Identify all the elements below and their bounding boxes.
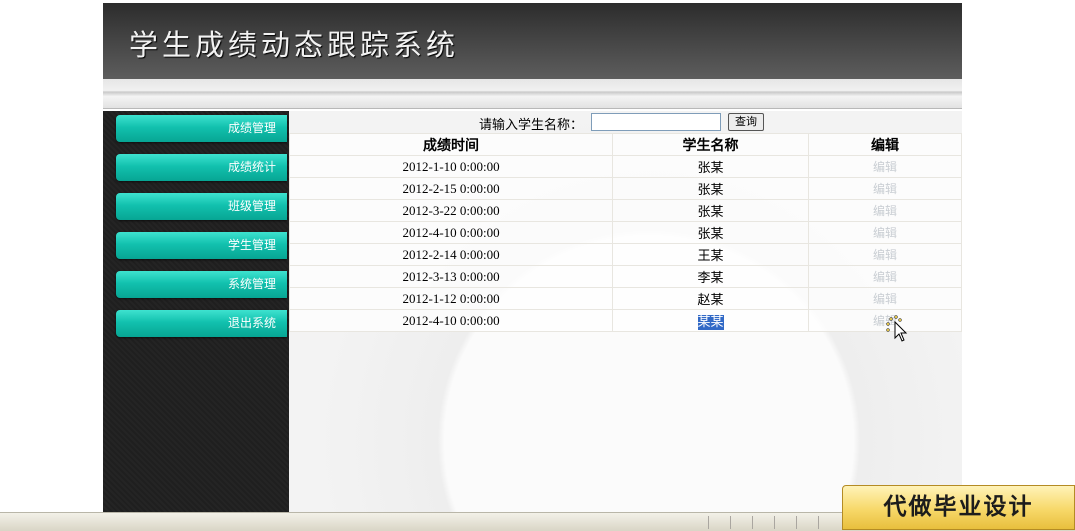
cell-time: 2012-2-15 0:00:00	[288, 177, 614, 200]
main-content: 请输入学生名称： 查询 成绩时间 学生名称 编辑 2012-1-10 0:00:…	[288, 111, 963, 513]
edit-link[interactable]: 编辑	[873, 204, 897, 218]
arrow-busy-cursor-icon	[886, 315, 908, 342]
cell-edit: 编辑	[807, 287, 963, 310]
search-button[interactable]: 查询	[728, 113, 764, 131]
taskbar-separator	[752, 516, 753, 529]
cell-time: 2012-4-10 0:00:00	[288, 309, 614, 332]
system-title: 学生成绩动态跟踪系统	[129, 28, 460, 62]
table-row: 2012-4-10 0:00:00 某某 编辑	[288, 309, 963, 332]
cell-edit: 编辑	[807, 155, 963, 178]
cell-student-name: 王某	[612, 243, 809, 266]
cell-edit: 编辑	[807, 177, 963, 200]
sidebar-item-system-management[interactable]: 系统管理	[116, 271, 287, 298]
app-window: 学生成绩动态跟踪系统 成绩管理 成绩统计 班级管理 学生管理 系统管理 退出系统…	[103, 3, 963, 513]
edit-link[interactable]: 编辑	[873, 292, 897, 306]
edit-link[interactable]: 编辑	[873, 226, 897, 240]
sidebar-item-class-management[interactable]: 班级管理	[116, 193, 287, 220]
edit-link[interactable]: 编辑	[873, 160, 897, 174]
cell-edit: 编辑	[807, 199, 963, 222]
cell-student-name: 张某	[612, 199, 809, 222]
cell-student-name: 李某	[612, 265, 809, 288]
cell-time: 2012-4-10 0:00:00	[288, 221, 614, 244]
table-row: 2012-2-15 0:00:00 张某 编辑	[288, 177, 963, 200]
sidebar-item-score-statistics[interactable]: 成绩统计	[116, 154, 287, 181]
selected-student-name: 某某	[697, 315, 724, 330]
taskbar-separator	[774, 516, 775, 529]
column-header-edit: 编辑	[807, 133, 963, 156]
taskbar-separator	[708, 516, 709, 529]
table-row: 2012-1-10 0:00:00 张某 编辑	[288, 155, 963, 178]
edit-link[interactable]: 编辑	[873, 248, 897, 262]
search-label: 请输入学生名称：	[479, 117, 584, 132]
edit-link[interactable]: 编辑	[873, 182, 897, 196]
taskbar-separator	[730, 516, 731, 529]
promo-banner[interactable]: 代做毕业设计	[842, 485, 1075, 530]
cell-edit: 编辑	[807, 243, 963, 266]
cell-student-name: 张某	[612, 177, 809, 200]
sidebar-item-logout[interactable]: 退出系统	[116, 310, 287, 337]
table-row: 2012-4-10 0:00:00 张某 编辑	[288, 221, 963, 244]
cell-time: 2012-1-12 0:00:00	[288, 287, 614, 310]
table-row: 2012-3-22 0:00:00 张某 编辑	[288, 199, 963, 222]
cell-time: 2012-2-14 0:00:00	[288, 243, 614, 266]
sidebar: 成绩管理 成绩统计 班级管理 学生管理 系统管理 退出系统	[103, 111, 289, 513]
header-banner: 学生成绩动态跟踪系统	[103, 3, 962, 79]
cell-time: 2012-3-13 0:00:00	[288, 265, 614, 288]
table-row: 2012-3-13 0:00:00 李某 编辑	[288, 265, 963, 288]
cell-student-name: 张某	[612, 155, 809, 178]
score-table: 成绩时间 学生名称 编辑 2012-1-10 0:00:00 张某 编辑 201…	[288, 133, 963, 332]
edit-link[interactable]: 编辑	[873, 270, 897, 284]
student-name-input[interactable]	[591, 113, 721, 131]
cell-edit: 编辑	[807, 265, 963, 288]
table-header-row: 成绩时间 学生名称 编辑	[288, 133, 963, 156]
table-row: 2012-1-12 0:00:00 赵某 编辑	[288, 287, 963, 310]
sidebar-item-score-management[interactable]: 成绩管理	[116, 115, 287, 142]
taskbar-separator	[818, 516, 819, 529]
column-header-name: 学生名称	[612, 133, 809, 156]
cell-student-name: 某某	[612, 309, 809, 332]
column-header-time: 成绩时间	[288, 133, 614, 156]
header-stripe	[103, 79, 962, 109]
cell-time: 2012-3-22 0:00:00	[288, 199, 614, 222]
cell-time: 2012-1-10 0:00:00	[288, 155, 614, 178]
cell-student-name: 赵某	[612, 287, 809, 310]
cell-edit: 编辑	[807, 221, 963, 244]
taskbar-separator	[796, 516, 797, 529]
table-row: 2012-2-14 0:00:00 王某 编辑	[288, 243, 963, 266]
sidebar-item-student-management[interactable]: 学生管理	[116, 232, 287, 259]
search-bar: 请输入学生名称： 查询	[289, 111, 962, 133]
cell-student-name: 张某	[612, 221, 809, 244]
